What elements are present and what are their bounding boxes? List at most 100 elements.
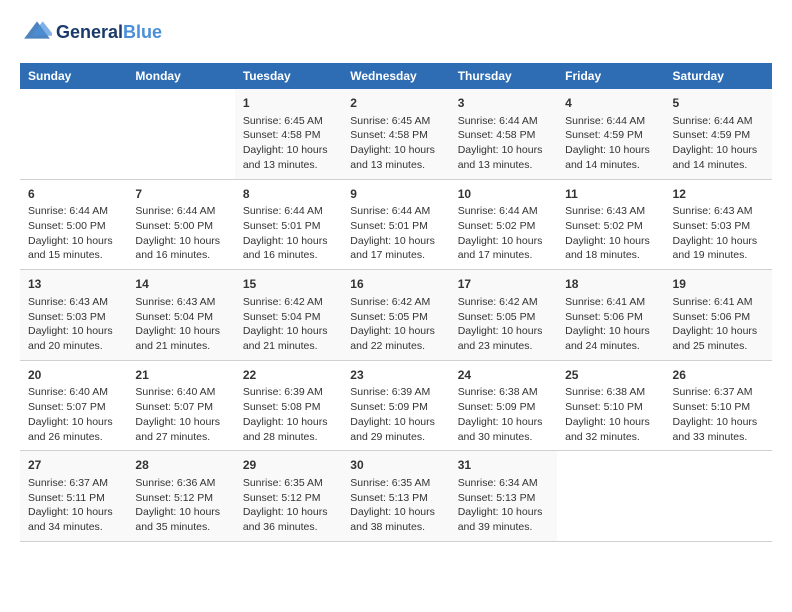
sunrise-text: Sunrise: 6:45 AM — [243, 115, 323, 127]
daylight-text: Daylight: 10 hours and 18 minutes. — [565, 235, 650, 262]
sunset-text: Sunset: 5:06 PM — [565, 311, 643, 323]
day-number: 27 — [28, 457, 119, 474]
sunrise-text: Sunrise: 6:43 AM — [673, 205, 753, 217]
day-number: 18 — [565, 276, 656, 293]
calendar-cell: 24Sunrise: 6:38 AMSunset: 5:09 PMDayligh… — [450, 360, 557, 451]
calendar-week-1: 1 Sunrise: 6:45 AM Sunset: 4:58 PM Daylight… — [20, 89, 772, 179]
daylight-text: Daylight: 10 hours and 13 minutes. — [243, 144, 328, 171]
calendar-cell: 8Sunrise: 6:44 AMSunset: 5:01 PMDaylight… — [235, 179, 342, 270]
sunset-text: Sunset: 5:03 PM — [28, 311, 106, 323]
calendar-cell: 15Sunrise: 6:42 AMSunset: 5:04 PMDayligh… — [235, 270, 342, 361]
sunset-text: Sunset: 5:01 PM — [350, 220, 428, 232]
calendar-cell: 25Sunrise: 6:38 AMSunset: 5:10 PMDayligh… — [557, 360, 664, 451]
sunrise-text: Sunrise: 6:43 AM — [135, 296, 215, 308]
day-number: 8 — [243, 186, 334, 203]
calendar-cell: 22Sunrise: 6:39 AMSunset: 5:08 PMDayligh… — [235, 360, 342, 451]
sunrise-text: Sunrise: 6:42 AM — [350, 296, 430, 308]
calendar-cell: 1 Sunrise: 6:45 AM Sunset: 4:58 PM Daylight… — [235, 89, 342, 179]
daylight-text: Daylight: 10 hours and 19 minutes. — [673, 235, 758, 262]
sunset-text: Sunset: 5:05 PM — [350, 311, 428, 323]
day-number: 6 — [28, 186, 119, 203]
day-number: 15 — [243, 276, 334, 293]
calendar-cell: 26 Sunrise: 6:37 AM Sunset: 5:10 PM Dayligh… — [665, 360, 772, 451]
calendar-cell: 13Sunrise: 6:43 AMSunset: 5:03 PMDayligh… — [20, 270, 127, 361]
sunset-text: Sunset: 5:11 PM — [28, 492, 105, 504]
sunset-text: Sunset: 5:02 PM — [458, 220, 536, 232]
daylight-text: Daylight: 10 hours and 35 minutes. — [135, 506, 220, 533]
sunset-text: Sunset: 5:00 PM — [28, 220, 106, 232]
weekday-header-sunday: Sunday — [20, 63, 127, 89]
sunrise-text: Sunrise: 6:37 AM — [673, 386, 753, 398]
sunset-text: Sunset: 5:12 PM — [243, 492, 321, 504]
sunrise-text: Sunrise: 6:42 AM — [458, 296, 538, 308]
sunrise-text: Sunrise: 6:39 AM — [243, 386, 323, 398]
sunrise-text: Sunrise: 6:44 AM — [243, 205, 323, 217]
logo-text: GeneralBlue — [56, 23, 162, 43]
sunset-text: Sunset: 5:04 PM — [135, 311, 213, 323]
sunset-text: Sunset: 5:09 PM — [350, 401, 428, 413]
daylight-text: Daylight: 10 hours and 22 minutes. — [350, 325, 435, 352]
weekday-header-saturday: Saturday — [665, 63, 772, 89]
sunset-text: Sunset: 5:10 PM — [673, 401, 751, 413]
day-number: 1 — [243, 95, 334, 112]
daylight-text: Daylight: 10 hours and 21 minutes. — [243, 325, 328, 352]
calendar-cell: 23Sunrise: 6:39 AMSunset: 5:09 PMDayligh… — [342, 360, 449, 451]
sunset-text: Sunset: 5:04 PM — [243, 311, 321, 323]
daylight-text: Daylight: 10 hours and 29 minutes. — [350, 416, 435, 443]
sunset-text: Sunset: 5:07 PM — [135, 401, 213, 413]
day-number: 14 — [135, 276, 226, 293]
sunrise-text: Sunrise: 6:41 AM — [565, 296, 645, 308]
calendar-week-3: 13Sunrise: 6:43 AMSunset: 5:03 PMDayligh… — [20, 270, 772, 361]
daylight-text: Daylight: 10 hours and 14 minutes. — [673, 144, 758, 171]
calendar-cell: 5Sunrise: 6:44 AMSunset: 4:59 PMDaylight… — [665, 89, 772, 179]
sunrise-text: Sunrise: 6:39 AM — [350, 386, 430, 398]
sunset-text: Sunset: 4:58 PM — [243, 129, 321, 141]
sunset-text: Sunset: 5:07 PM — [28, 401, 106, 413]
sunrise-text: Sunrise: 6:38 AM — [458, 386, 538, 398]
day-number: 3 — [458, 95, 549, 112]
daylight-text: Daylight: 10 hours and 13 minutes. — [458, 144, 543, 171]
daylight-text: Daylight: 10 hours and 17 minutes. — [458, 235, 543, 262]
weekday-header-tuesday: Tuesday — [235, 63, 342, 89]
day-number: 25 — [565, 367, 656, 384]
calendar-cell — [20, 89, 127, 179]
day-number: 30 — [350, 457, 441, 474]
calendar-cell: 28Sunrise: 6:36 AMSunset: 5:12 PMDayligh… — [127, 451, 234, 542]
daylight-text: Daylight: 10 hours and 36 minutes. — [243, 506, 328, 533]
sunset-text: Sunset: 5:13 PM — [350, 492, 428, 504]
calendar-table: SundayMondayTuesdayWednesdayThursdayFrid… — [20, 63, 772, 542]
calendar-cell: 3Sunrise: 6:44 AMSunset: 4:58 PMDaylight… — [450, 89, 557, 179]
daylight-text: Daylight: 10 hours and 24 minutes. — [565, 325, 650, 352]
weekday-header-thursday: Thursday — [450, 63, 557, 89]
day-number: 11 — [565, 186, 656, 203]
day-number: 9 — [350, 186, 441, 203]
sunset-text: Sunset: 5:05 PM — [458, 311, 536, 323]
daylight-text: Daylight: 10 hours and 34 minutes. — [28, 506, 113, 533]
sunrise-text: Sunrise: 6:44 AM — [565, 115, 645, 127]
calendar-cell: 19Sunrise: 6:41 AMSunset: 5:06 PMDayligh… — [665, 270, 772, 361]
daylight-text: Daylight: 10 hours and 13 minutes. — [350, 144, 435, 171]
daylight-text: Daylight: 10 hours and 20 minutes. — [28, 325, 113, 352]
calendar-cell: 31Sunrise: 6:34 AMSunset: 5:13 PMDayligh… — [450, 451, 557, 542]
calendar-week-2: 6 Sunrise: 6:44 AM Sunset: 5:00 PM Daylight… — [20, 179, 772, 270]
sunrise-text: Sunrise: 6:40 AM — [28, 386, 108, 398]
sunset-text: Sunset: 4:58 PM — [350, 129, 428, 141]
sunrise-text: Sunrise: 6:40 AM — [135, 386, 215, 398]
day-number: 26 — [673, 367, 764, 384]
sunset-text: Sunset: 4:59 PM — [673, 129, 751, 141]
day-number: 5 — [673, 95, 764, 112]
daylight-text: Daylight: 10 hours and 33 minutes. — [673, 416, 758, 443]
sunrise-text: Sunrise: 6:43 AM — [28, 296, 108, 308]
calendar-cell: 17Sunrise: 6:42 AMSunset: 5:05 PMDayligh… — [450, 270, 557, 361]
weekday-header-monday: Monday — [127, 63, 234, 89]
sunrise-text: Sunrise: 6:44 AM — [458, 205, 538, 217]
day-number: 2 — [350, 95, 441, 112]
sunset-text: Sunset: 5:12 PM — [135, 492, 213, 504]
sunrise-text: Sunrise: 6:37 AM — [28, 477, 108, 489]
daylight-text: Daylight: 10 hours and 16 minutes. — [135, 235, 220, 262]
calendar-cell: 14Sunrise: 6:43 AMSunset: 5:04 PMDayligh… — [127, 270, 234, 361]
sunrise-text: Sunrise: 6:35 AM — [243, 477, 323, 489]
daylight-text: Daylight: 10 hours and 23 minutes. — [458, 325, 543, 352]
sunset-text: Sunset: 5:03 PM — [673, 220, 751, 232]
calendar-cell — [665, 451, 772, 542]
